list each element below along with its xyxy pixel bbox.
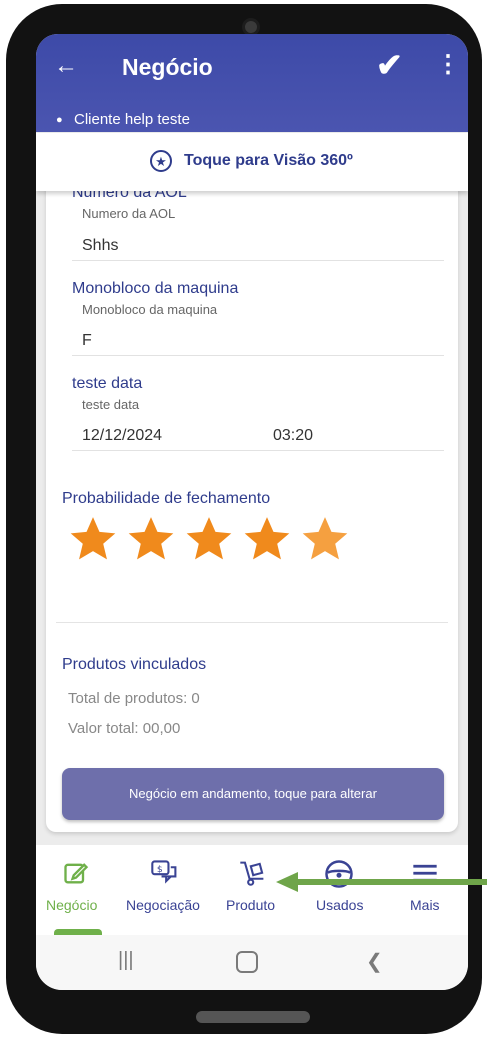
field-sublabel-teste-data: teste data xyxy=(82,397,140,412)
field-sublabel-monobloco: Monobloco da maquina xyxy=(82,302,218,317)
star-icon[interactable] xyxy=(68,514,118,564)
status-button[interactable]: Negócio em andamento, toque para alterar xyxy=(62,768,444,820)
star-circle-icon: ★ xyxy=(150,150,172,172)
home-icon[interactable] xyxy=(236,951,258,973)
back-nav-icon[interactable]: ❮ xyxy=(366,949,383,974)
star-icon[interactable] xyxy=(242,514,292,564)
aol-input[interactable]: Shhs xyxy=(82,237,118,255)
more-options-icon[interactable]: ⋮ xyxy=(436,50,460,79)
nav-label-usados: Usados xyxy=(316,897,364,913)
money-chat-icon: $ xyxy=(151,860,177,884)
back-arrow-icon[interactable]: ← xyxy=(54,52,78,80)
nav-label-mais: Mais xyxy=(410,897,440,913)
recent-apps-icon[interactable]: ||| xyxy=(118,949,134,972)
teste-data-underline xyxy=(72,450,444,451)
phone-speaker xyxy=(196,1011,310,1023)
screen: ← Negócio ✔ ⋮ ● Cliente help teste ★ Toq… xyxy=(36,34,468,990)
visao-360-button[interactable]: ★ Toque para Visão 360º xyxy=(36,133,468,191)
field-sublabel-aol: Numero da AOL xyxy=(82,206,176,221)
date-input[interactable]: 12/12/2024 xyxy=(82,427,162,445)
save-check-icon[interactable]: ✔ xyxy=(376,46,403,84)
svg-text:$: $ xyxy=(157,864,163,875)
system-nav-bar: ||| ❮ xyxy=(36,935,468,990)
section-divider xyxy=(56,622,448,623)
edit-icon xyxy=(64,863,89,884)
nav-label-negociacao: Negociação xyxy=(126,897,200,913)
star-icon[interactable] xyxy=(300,514,350,564)
visao-360-label: Toque para Visão 360º xyxy=(184,152,353,169)
app-bar: ← Negócio ✔ ⋮ ● Cliente help teste xyxy=(36,34,468,132)
probability-label: Probabilidade de fechamento xyxy=(62,490,271,507)
form-card: Numero da AOL Numero da AOL Shhs Monoblo… xyxy=(46,184,458,832)
monobloco-input[interactable]: F xyxy=(82,332,92,350)
person-icon: ● xyxy=(56,114,63,126)
annotation-arrow-icon xyxy=(276,872,487,892)
total-produtos: Total de produtos: 0 xyxy=(68,690,200,707)
produtos-title: Produtos vinculados xyxy=(62,656,207,673)
field-label-teste-data: teste data xyxy=(72,375,143,392)
time-input[interactable]: 03:20 xyxy=(273,427,313,445)
valor-total: Valor total: 00,00 xyxy=(68,720,181,737)
nav-label-negocio: Negócio xyxy=(46,897,98,913)
star-icon[interactable] xyxy=(126,514,176,564)
aol-underline xyxy=(72,260,444,261)
nav-label-produto: Produto xyxy=(226,897,276,913)
star-icon[interactable] xyxy=(184,514,234,564)
field-label-monobloco: Monobloco da maquina xyxy=(72,280,239,297)
client-name[interactable]: Cliente help teste xyxy=(74,111,190,128)
page-title: Negócio xyxy=(122,54,213,80)
monobloco-underline xyxy=(72,355,444,356)
hand-truck-icon xyxy=(240,861,264,886)
